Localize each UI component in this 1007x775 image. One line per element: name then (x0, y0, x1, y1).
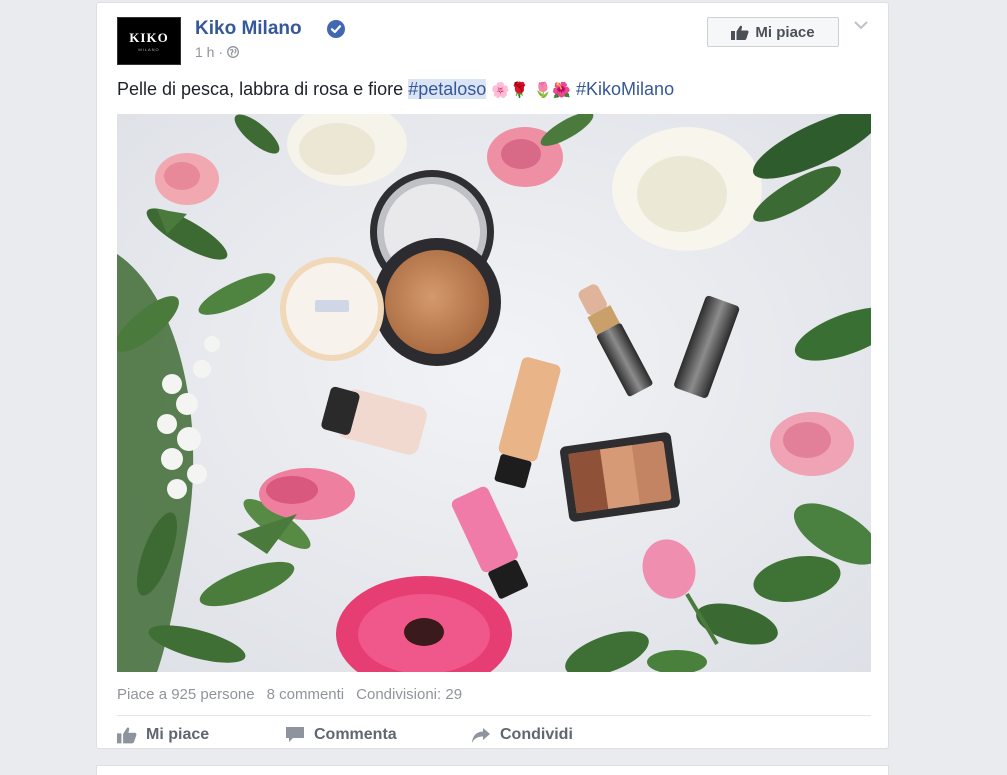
like-label: Mi piace (146, 726, 210, 743)
post-meta: 1 h · (195, 44, 240, 60)
post-photo[interactable] (117, 114, 871, 672)
post-text-prefix: Pelle di pesca, labbra di rosa e fiore (117, 79, 404, 99)
post-stats: Piace a 925 persone 8 commenti Condivisi… (117, 686, 462, 703)
share-icon (472, 728, 490, 743)
emoji-group-2: 🌷🌺 (533, 81, 572, 99)
page-avatar[interactable]: KIKO MILANO (117, 17, 181, 65)
share-button[interactable]: Condividi (471, 726, 573, 744)
comment-label: Commenta (314, 726, 397, 743)
post-card: KIKO MILANO Kiko Milano 1 h · Mi piace P… (96, 2, 889, 749)
page-name-link[interactable]: Kiko Milano (195, 18, 302, 40)
like-page-label: Mi piace (755, 23, 815, 41)
hashtag-petaloso[interactable]: #petaloso (408, 79, 487, 99)
chevron-down-icon[interactable] (853, 19, 869, 31)
post-timestamp[interactable]: 1 h (195, 44, 214, 60)
thumbs-up-icon (117, 727, 137, 744)
globe-icon (227, 46, 240, 58)
share-label: Condividi (500, 726, 573, 743)
actions-divider (117, 715, 871, 716)
avatar-logo-sub: MILANO (138, 47, 160, 52)
emoji-group-1: 🌸🌹 (491, 81, 529, 99)
next-post-card (96, 765, 889, 775)
post-actions: Mi piace Commenta Condividi (117, 721, 573, 749)
verified-badge-icon (327, 20, 345, 38)
meta-separator: · (218, 44, 224, 60)
shares-count[interactable]: Condivisioni: 29 (356, 686, 462, 703)
post-text: Pelle di pesca, labbra di rosa e fiore #… (117, 79, 674, 100)
thumbs-up-icon (731, 25, 749, 40)
like-page-button[interactable]: Mi piace (707, 17, 839, 47)
avatar-logo: KIKO (129, 30, 169, 45)
comment-icon (286, 727, 304, 742)
comments-count[interactable]: 8 commenti (267, 686, 345, 703)
comment-button[interactable]: Commenta (285, 726, 471, 744)
hashtag-kikomilano[interactable]: #KikoMilano (576, 79, 674, 99)
like-button[interactable]: Mi piace (117, 726, 285, 744)
likes-count[interactable]: Piace a 925 persone (117, 686, 255, 703)
